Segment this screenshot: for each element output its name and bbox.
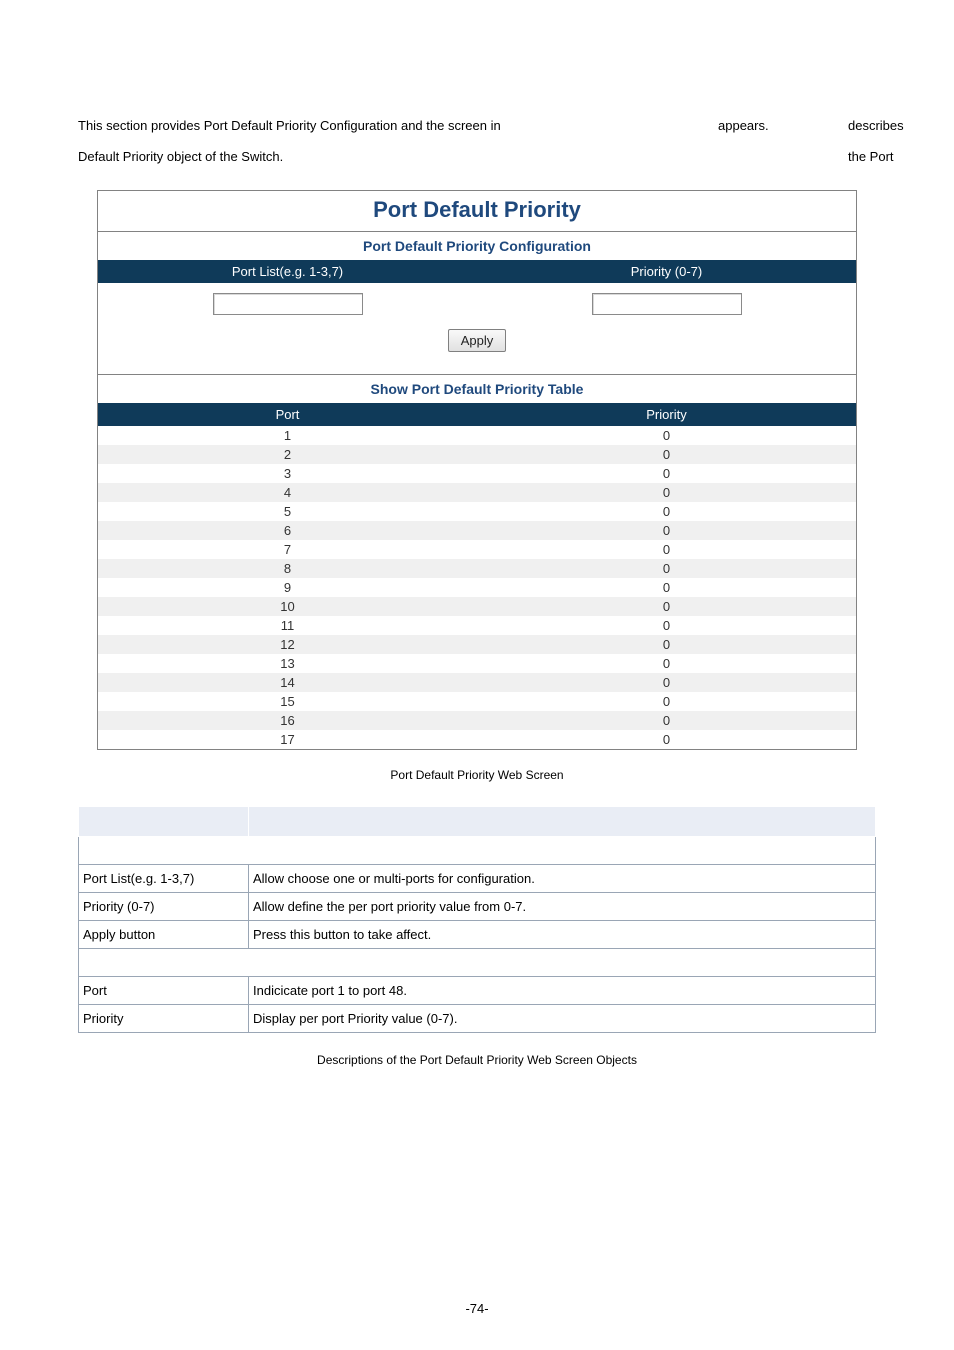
- cell-description: Display per port Priority value (0-7).: [249, 1005, 876, 1033]
- obj-subhead-1: [79, 837, 876, 865]
- port-list-input[interactable]: [213, 293, 363, 315]
- header-priority: Priority (0-7): [477, 260, 856, 283]
- table-section-heading: Show Port Default Priority Table: [98, 375, 856, 403]
- cell-port: 13: [98, 654, 477, 673]
- cell-object: Apply button: [79, 921, 249, 949]
- table-row: 60: [98, 521, 856, 540]
- cell-priority: 0: [477, 540, 856, 559]
- table-row: 100: [98, 597, 856, 616]
- obj-header-description: [249, 807, 876, 837]
- table-row: 110: [98, 616, 856, 635]
- cell-port: 9: [98, 578, 477, 597]
- figure-caption: Port Default Priority Web Screen: [78, 768, 876, 782]
- cell-port: 5: [98, 502, 477, 521]
- table-row: 170: [98, 730, 856, 749]
- cell-port: 1: [98, 426, 477, 445]
- priority-input[interactable]: [592, 293, 742, 315]
- cell-description: Indicicate port 1 to port 48.: [249, 977, 876, 1005]
- cell-priority: 0: [477, 730, 856, 749]
- cell-priority: 0: [477, 578, 856, 597]
- cell-port: 3: [98, 464, 477, 483]
- col-priority: Priority: [477, 403, 856, 426]
- table-row: 70: [98, 540, 856, 559]
- table-row: 140: [98, 673, 856, 692]
- panel-title: Port Default Priority: [373, 197, 581, 222]
- table-row: 10: [98, 426, 856, 445]
- cell-priority: 0: [477, 654, 856, 673]
- intro-text-a: This section provides Port Default Prior…: [78, 118, 501, 133]
- apply-button[interactable]: Apply: [448, 329, 507, 352]
- cell-port: 4: [98, 483, 477, 502]
- cell-description: Allow define the per port priority value…: [249, 893, 876, 921]
- cell-port: 11: [98, 616, 477, 635]
- table-row: 30: [98, 464, 856, 483]
- table-caption: Descriptions of the Port Default Priorit…: [78, 1053, 876, 1067]
- obj-subhead-2: [79, 949, 876, 977]
- cell-description: Press this button to take affect.: [249, 921, 876, 949]
- table-row: 150: [98, 692, 856, 711]
- intro-text-appears: appears.: [718, 110, 769, 141]
- intro-text-line2: Default Priority object of the Switch.: [78, 141, 876, 172]
- cell-port: 10: [98, 597, 477, 616]
- cell-port: 15: [98, 692, 477, 711]
- table-row: 40: [98, 483, 856, 502]
- table-row: 90: [98, 578, 856, 597]
- cell-priority: 0: [477, 559, 856, 578]
- cell-priority: 0: [477, 426, 856, 445]
- cell-priority: 0: [477, 445, 856, 464]
- cell-object: Port: [79, 977, 249, 1005]
- cell-port: 7: [98, 540, 477, 559]
- cell-object: Priority (0-7): [79, 893, 249, 921]
- cell-port: 14: [98, 673, 477, 692]
- cell-port: 12: [98, 635, 477, 654]
- objects-description-table: Port List(e.g. 1-3,7)Allow choose one or…: [78, 806, 876, 1033]
- obj-header-object: [79, 807, 249, 837]
- table-row: PortIndicicate port 1 to port 48.: [79, 977, 876, 1005]
- table-row: PriorityDisplay per port Priority value …: [79, 1005, 876, 1033]
- page-number: -74-: [0, 1301, 954, 1316]
- cell-port: 16: [98, 711, 477, 730]
- priority-table-header: Port Priority: [98, 403, 856, 426]
- cell-priority: 0: [477, 464, 856, 483]
- cell-object: Port List(e.g. 1-3,7): [79, 865, 249, 893]
- cell-port: 2: [98, 445, 477, 464]
- cell-priority: 0: [477, 483, 856, 502]
- table-row: 120: [98, 635, 856, 654]
- config-section-heading: Port Default Priority Configuration: [98, 231, 856, 260]
- table-row: Apply buttonPress this button to take af…: [79, 921, 876, 949]
- intro-text-describes: describes the Port: [848, 110, 904, 172]
- cell-priority: 0: [477, 711, 856, 730]
- table-row: 130: [98, 654, 856, 673]
- cell-priority: 0: [477, 673, 856, 692]
- cell-priority: 0: [477, 692, 856, 711]
- cell-priority: 0: [477, 521, 856, 540]
- cell-priority: 0: [477, 597, 856, 616]
- table-row: Port List(e.g. 1-3,7)Allow choose one or…: [79, 865, 876, 893]
- cell-port: 6: [98, 521, 477, 540]
- table-row: 160: [98, 711, 856, 730]
- cell-priority: 0: [477, 502, 856, 521]
- table-row: 80: [98, 559, 856, 578]
- cell-port: 17: [98, 730, 477, 749]
- screenshot-panel: Port Default Priority Port Default Prior…: [97, 190, 857, 750]
- priority-table-body: 1020304050607080901001101201301401501601…: [98, 426, 856, 749]
- cell-priority: 0: [477, 635, 856, 654]
- cell-description: Allow choose one or multi-ports for conf…: [249, 865, 876, 893]
- header-port-list: Port List(e.g. 1-3,7): [98, 260, 477, 283]
- col-port: Port: [98, 403, 477, 426]
- table-row: 50: [98, 502, 856, 521]
- config-header-row: Port List(e.g. 1-3,7) Priority (0-7): [98, 260, 856, 283]
- table-row: Priority (0-7)Allow define the per port …: [79, 893, 876, 921]
- cell-priority: 0: [477, 616, 856, 635]
- cell-port: 8: [98, 559, 477, 578]
- cell-object: Priority: [79, 1005, 249, 1033]
- table-row: 20: [98, 445, 856, 464]
